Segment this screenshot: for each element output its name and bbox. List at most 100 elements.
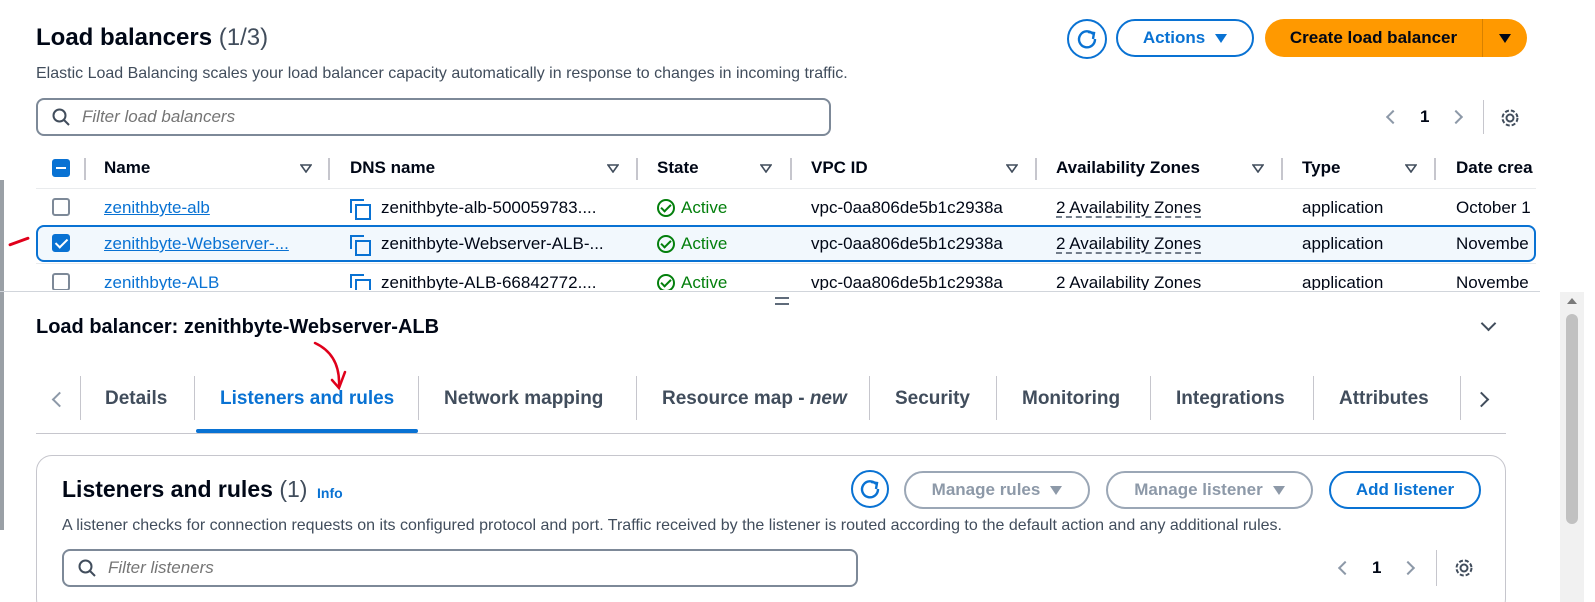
sort-icon[interactable] [1006, 164, 1018, 173]
tab-listeners-and-rules[interactable]: Listeners and rules [220, 388, 394, 410]
info-link[interactable]: Info [317, 485, 343, 501]
add-listener-button[interactable]: Add listener [1329, 471, 1481, 509]
column-availability-zones[interactable]: Availability Zones [1056, 158, 1200, 178]
copy-icon[interactable] [350, 235, 371, 256]
availability-zones-popover[interactable]: 2 Availability Zones [1056, 273, 1201, 290]
row-checkbox[interactable] [52, 198, 70, 216]
tab-details[interactable]: Details [105, 388, 167, 410]
lb-type: application [1302, 273, 1384, 290]
previous-page-icon[interactable] [1385, 109, 1401, 125]
settings-gear-icon[interactable] [1499, 107, 1521, 129]
date-created: Novembe [1456, 273, 1529, 290]
sort-icon[interactable] [300, 164, 312, 173]
listeners-description: A listener checks for connection request… [62, 517, 1282, 534]
page-number[interactable]: 1 [1372, 558, 1381, 578]
next-page-icon[interactable] [1449, 109, 1464, 125]
check-circle-icon [657, 199, 675, 217]
filter-load-balancers[interactable] [36, 98, 831, 136]
lb-name-link[interactable]: zenithbyte-alb [104, 198, 210, 218]
tab-divider [869, 376, 870, 420]
sort-icon[interactable] [760, 164, 772, 173]
tabs-scroll-left-icon[interactable] [51, 391, 68, 408]
tab-security[interactable]: Security [895, 388, 970, 410]
create-load-balancer-main[interactable]: Create load balancer [1265, 19, 1483, 57]
column-vpc-id[interactable]: VPC ID [811, 158, 868, 178]
lb-name-link[interactable]: zenithbyte-Webserver-... [104, 234, 289, 254]
page-description: Elastic Load Balancing scales your load … [36, 65, 848, 82]
column-name[interactable]: Name [104, 158, 150, 178]
column-date-created[interactable]: Date crea [1456, 158, 1533, 178]
collapse-chevron-icon[interactable] [1480, 315, 1497, 332]
search-icon [52, 108, 70, 126]
next-page-icon[interactable] [1401, 560, 1416, 576]
scrollbar[interactable] [1560, 292, 1584, 602]
sort-icon[interactable] [1405, 164, 1417, 173]
column-divider [790, 158, 792, 180]
lb-name-link[interactable]: zenithbyte-ALB [104, 273, 219, 290]
copy-icon[interactable] [350, 199, 371, 220]
manage-rules-button[interactable]: Manage rules [904, 471, 1090, 509]
tab-divider [1150, 376, 1151, 420]
listeners-title: Listeners and rules (1) [62, 476, 308, 502]
tab-resource-map[interactable]: Resource map - new [662, 388, 847, 410]
column-type[interactable]: Type [1302, 158, 1340, 178]
sort-icon[interactable] [607, 164, 619, 173]
settings-gear-icon[interactable] [1453, 557, 1475, 579]
column-divider [1434, 158, 1436, 180]
annotation-arrow [313, 341, 347, 391]
refresh-listeners-button[interactable] [851, 470, 889, 508]
filter-input[interactable] [82, 107, 829, 127]
scroll-up-arrow-icon[interactable] [1567, 298, 1577, 304]
tab-divider [80, 376, 81, 420]
state-active: Active [657, 234, 727, 254]
check-circle-icon [657, 274, 675, 290]
vpc-id: vpc-0aa806de5b1c2938a [811, 234, 1003, 253]
column-divider [328, 158, 330, 180]
listeners-pagination: 1 [1337, 558, 1416, 578]
tabs-scroll-right-icon[interactable] [1473, 391, 1490, 408]
listeners-container: Listeners and rules (1) Info A listener … [36, 455, 1506, 602]
tab-network-mapping[interactable]: Network mapping [444, 388, 603, 410]
column-state[interactable]: State [657, 158, 699, 178]
table-row-selected[interactable]: zenithbyte-Webserver-... zenithbyte-Webs… [36, 225, 1536, 262]
page-number[interactable]: 1 [1420, 107, 1429, 127]
table-header: Name DNS name State VPC ID Availability … [36, 150, 1536, 188]
pagination: 1 [1385, 107, 1464, 127]
date-created: October 1 [1456, 198, 1531, 217]
divider [1436, 550, 1437, 586]
manage-listener-button[interactable]: Manage listener [1106, 471, 1313, 509]
create-load-balancer-button[interactable]: Create load balancer [1265, 19, 1527, 57]
column-divider [636, 158, 638, 180]
refresh-button[interactable] [1067, 19, 1107, 59]
table-row[interactable]: zenithbyte-ALB zenithbyte-ALB-66842772..… [36, 263, 1536, 290]
select-all-checkbox[interactable] [52, 159, 70, 177]
tab-divider [996, 376, 997, 420]
previous-page-icon[interactable] [1337, 560, 1353, 576]
tab-monitoring[interactable]: Monitoring [1022, 388, 1120, 410]
tab-divider [418, 376, 419, 420]
drag-handle-icon[interactable] [775, 297, 789, 305]
availability-zones-popover[interactable]: 2 Availability Zones [1056, 234, 1201, 254]
filter-listeners[interactable] [62, 549, 858, 587]
row-checkbox[interactable] [52, 234, 70, 252]
copy-icon[interactable] [350, 274, 371, 290]
tab-attributes[interactable]: Attributes [1339, 388, 1429, 410]
tab-integrations[interactable]: Integrations [1176, 388, 1285, 410]
filter-listeners-input[interactable] [108, 558, 856, 578]
active-tab-indicator [196, 429, 418, 433]
create-dropdown-button[interactable] [1483, 19, 1527, 57]
row-checkbox[interactable] [52, 273, 70, 290]
state-active: Active [657, 273, 727, 290]
table-row[interactable]: zenithbyte-alb zenithbyte-alb-500059783.… [36, 188, 1536, 225]
column-dns-name[interactable]: DNS name [350, 158, 435, 178]
state-active: Active [657, 198, 727, 218]
dns-name: zenithbyte-alb-500059783.... [381, 198, 597, 217]
sort-icon[interactable] [1252, 164, 1264, 173]
actions-button[interactable]: Actions [1116, 19, 1254, 57]
scrollbar-thumb[interactable] [1566, 314, 1578, 524]
details-title: Load balancer: zenithbyte-Webserver-ALB [36, 316, 440, 338]
details-tabs: Details Listeners and rules Network mapp… [36, 376, 1506, 434]
lb-type: application [1302, 234, 1384, 253]
availability-zones-popover[interactable]: 2 Availability Zones [1056, 198, 1201, 218]
annotation-mark [8, 236, 30, 247]
